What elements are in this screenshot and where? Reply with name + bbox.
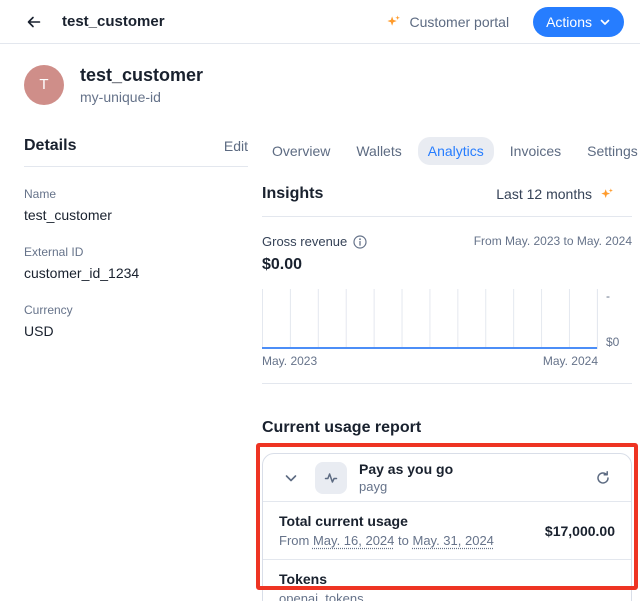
field-label: Currency (24, 302, 248, 318)
field-value: test_customer (24, 205, 248, 225)
customer-header: T test_customer my-unique-id (24, 64, 616, 105)
collapse-toggle-button[interactable] (279, 466, 303, 490)
customer-identity: test_customer my-unique-id (80, 64, 203, 105)
y-tick-zero: $0 (606, 335, 619, 349)
details-panel: Details Edit Name test_customer External… (24, 137, 248, 341)
plan-icon-badge (315, 462, 347, 494)
period-end-date[interactable]: May. 31, 2024 (412, 533, 493, 548)
top-bar-left: test_customer (22, 10, 165, 34)
usage-card-wrap: Pay as you go payg Total current usag (262, 453, 632, 601)
gross-revenue-chart: - $0 (262, 289, 632, 349)
top-bar-right: Customer portal Actions (380, 7, 624, 37)
period-to-word: to (398, 533, 409, 548)
back-button[interactable] (22, 10, 46, 34)
chart-zero-line (262, 347, 597, 349)
period-selector[interactable]: Last 12 months (490, 185, 620, 203)
customer-unique-id: my-unique-id (80, 89, 203, 105)
total-usage-label: Total current usage (279, 511, 494, 531)
gross-revenue-period: From May. 2023 to May. 2024 (474, 234, 632, 248)
sparkle-icon (600, 187, 614, 201)
info-icon[interactable] (353, 235, 367, 249)
plan-info: Pay as you go payg (359, 460, 453, 495)
field-label: Name (24, 186, 248, 202)
top-bar: test_customer Customer portal Actions (0, 0, 640, 44)
charge-code: openai_tokens (279, 590, 364, 601)
arrow-left-icon (26, 14, 42, 30)
content-columns: Details Edit Name test_customer External… (24, 137, 632, 601)
tab-bar: Overview Wallets Analytics Invoices Sett… (262, 137, 632, 165)
field-label: External ID (24, 244, 248, 260)
usage-report-title: Current usage report (262, 419, 632, 437)
tab-wallets[interactable]: Wallets (346, 137, 411, 165)
chevron-down-icon (283, 470, 299, 486)
actions-button[interactable]: Actions (533, 7, 624, 37)
chart-plot-area (262, 289, 598, 349)
customer-page: test_customer Customer portal Actions T … (0, 0, 640, 601)
y-tick-max: - (606, 289, 610, 303)
customer-name: test_customer (80, 64, 203, 86)
field-value: USD (24, 321, 248, 341)
charge-name: Tokens (279, 569, 364, 589)
x-tick-end: May. 2024 (543, 354, 598, 368)
total-usage-period: From May. 16, 2024 to May. 31, 2024 (279, 532, 494, 550)
detail-field-external-id: External ID customer_id_1234 (24, 244, 248, 283)
period-start-date[interactable]: May. 16, 2024 (313, 533, 394, 548)
total-usage-row: Total current usage From May. 16, 2024 t… (263, 502, 631, 560)
x-tick-start: May. 2023 (262, 354, 317, 368)
tab-overview[interactable]: Overview (262, 137, 340, 165)
insights-header: Insights Last 12 months (262, 185, 632, 217)
field-value: customer_id_1234 (24, 263, 248, 283)
insights-title: Insights (262, 185, 323, 203)
gross-revenue-label-group: Gross revenue (262, 234, 367, 249)
refresh-button[interactable] (591, 466, 615, 490)
tab-invoices[interactable]: Invoices (500, 137, 571, 165)
gross-revenue-amount: $0.00 (262, 256, 632, 274)
tab-settings[interactable]: Settings (577, 137, 640, 165)
total-usage-info: Total current usage From May. 16, 2024 t… (279, 511, 494, 550)
pulse-icon (323, 470, 339, 486)
customer-portal-label: Customer portal (409, 14, 509, 30)
actions-button-label: Actions (546, 14, 592, 30)
section-divider (262, 383, 632, 384)
details-title: Details (24, 137, 76, 155)
detail-field-currency: Currency USD (24, 302, 248, 341)
total-usage-amount: $17,000.00 (545, 523, 615, 539)
edit-button[interactable]: Edit (224, 138, 248, 154)
avatar-initial: T (39, 76, 48, 93)
sparkle-icon (386, 14, 401, 29)
detail-field-name: Name test_customer (24, 186, 248, 225)
charge-row: Tokens openai_tokens (263, 560, 631, 601)
usage-card-header[interactable]: Pay as you go payg (263, 454, 631, 502)
page-title: test_customer (62, 13, 165, 30)
refresh-icon (595, 470, 611, 486)
chart-x-axis: May. 2023 May. 2024 (262, 354, 632, 368)
gross-revenue-label: Gross revenue (262, 234, 347, 249)
avatar: T (24, 65, 64, 105)
main-panel: Overview Wallets Analytics Invoices Sett… (262, 137, 632, 601)
period-from-word: From (279, 533, 309, 548)
period-selector-label: Last 12 months (496, 186, 592, 202)
plan-name: Pay as you go (359, 460, 453, 478)
charge-info: Tokens openai_tokens (279, 569, 364, 601)
gross-revenue-section: Gross revenue From May. 2023 to May. 202… (262, 234, 632, 384)
plan-code: payg (359, 478, 453, 495)
gross-revenue-header: Gross revenue From May. 2023 to May. 202… (262, 234, 632, 249)
customer-portal-button[interactable]: Customer portal (380, 13, 515, 31)
usage-card: Pay as you go payg Total current usag (262, 453, 632, 601)
chart-y-axis: - $0 (606, 289, 632, 349)
chevron-down-icon (599, 16, 611, 28)
details-header: Details Edit (24, 137, 248, 167)
tab-analytics[interactable]: Analytics (418, 137, 494, 165)
